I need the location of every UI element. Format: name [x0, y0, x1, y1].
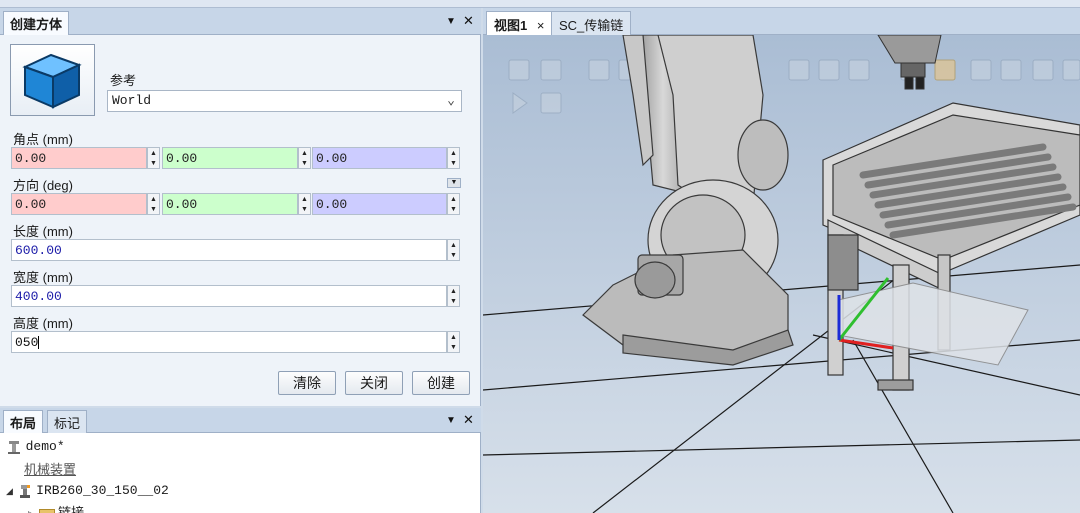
- tree-item-mechanisms[interactable]: 机械装置: [24, 459, 76, 478]
- width-stepper[interactable]: ▲ ▼: [447, 285, 460, 307]
- create-button[interactable]: 创建: [412, 371, 470, 395]
- tree-item-label: demo*: [25, 439, 65, 454]
- robot-icon: [19, 484, 30, 498]
- tree-item-robot[interactable]: ◢ IRB260_30_150__02: [6, 482, 169, 499]
- reference-select[interactable]: World ⌄: [107, 90, 462, 112]
- snap-center-icon: [818, 59, 840, 81]
- orientation-x-stepper[interactable]: ▲ ▼: [147, 193, 160, 215]
- orientation-z-stepper[interactable]: ▲ ▼: [447, 193, 460, 215]
- tree-item-label: IRB260_30_150__02: [36, 483, 169, 498]
- orientation-expand-icon[interactable]: ▼: [447, 178, 461, 188]
- corner-y-field[interactable]: 0.00: [162, 147, 298, 169]
- tab-view1[interactable]: 视图1 ×: [486, 11, 553, 35]
- tab-layout[interactable]: 布局: [3, 410, 44, 433]
- tab-tags[interactable]: 标记: [47, 410, 88, 433]
- view-all-icon: [508, 59, 530, 81]
- snap-gravity-icon: [934, 59, 956, 81]
- select-curve-icon: [588, 59, 610, 81]
- folder-icon: [38, 508, 55, 513]
- height-stepper[interactable]: ▲ ▼: [447, 331, 460, 353]
- corner-z-stepper[interactable]: ▲ ▼: [447, 147, 460, 169]
- collapse-arrow-icon[interactable]: ◢: [6, 486, 13, 496]
- close-panel-icon[interactable]: ✕: [463, 13, 474, 29]
- pin-dropdown-icon[interactable]: ▼: [446, 415, 456, 426]
- orientation-x-field[interactable]: 0.00: [11, 193, 147, 215]
- pin-dropdown-icon[interactable]: ▼: [446, 16, 456, 27]
- length-field[interactable]: 600.00: [11, 239, 447, 261]
- snap-midpoint-icon: [848, 59, 870, 81]
- clear-button[interactable]: 清除: [278, 371, 336, 395]
- tree-item-links[interactable]: ▷ 链接: [28, 502, 84, 513]
- station-icon: [8, 440, 20, 454]
- height-field-value: 050: [15, 335, 39, 350]
- tab-conveyor[interactable]: SC_传输链: [551, 11, 632, 35]
- corner-x-stepper[interactable]: ▲ ▼: [147, 147, 160, 169]
- create-box-panel-title: 创建方体: [3, 11, 70, 35]
- reference-select-value: World: [112, 93, 152, 108]
- length-label: 长度 (mm): [13, 224, 73, 239]
- corner-z-field[interactable]: 0.00: [312, 147, 447, 169]
- orientation-label: 方向 (deg): [13, 178, 73, 193]
- view-center-icon: [540, 59, 562, 81]
- width-label: 宽度 (mm): [13, 270, 73, 285]
- corner-x-field[interactable]: 0.00: [11, 147, 147, 169]
- measure-angle-icon: [1032, 59, 1054, 81]
- height-field[interactable]: 050: [11, 331, 447, 353]
- height-label: 高度 (mm): [13, 316, 73, 331]
- length-stepper[interactable]: ▲ ▼: [447, 239, 460, 261]
- tree-item-station[interactable]: demo*: [6, 438, 65, 455]
- orientation-y-field[interactable]: 0.00: [162, 193, 298, 215]
- box-shape-icon: [10, 44, 95, 116]
- viewport-background: [483, 35, 1080, 513]
- 3d-viewport[interactable]: [483, 35, 1080, 513]
- reference-label: 参考: [110, 73, 137, 88]
- close-tab-icon[interactable]: ×: [537, 18, 545, 33]
- layout-panel-header: 布局 标记 ▼ ✕: [0, 408, 481, 433]
- stop-icon: [540, 92, 562, 114]
- text-cursor: [38, 336, 40, 350]
- tab-view1-label: 视图1: [494, 18, 528, 33]
- close-panel-icon[interactable]: ✕: [463, 412, 474, 428]
- width-field[interactable]: 400.00: [11, 285, 447, 307]
- chevron-down-icon: ⌄: [447, 93, 455, 108]
- corner-label: 角点 (mm): [13, 132, 73, 147]
- orientation-y-stepper[interactable]: ▲ ▼: [298, 193, 311, 215]
- viewport-tabbar: 视图1 × SC_传输链: [483, 8, 1080, 35]
- corner-y-stepper[interactable]: ▲ ▼: [298, 147, 311, 169]
- ribbon-strip: [0, 0, 1080, 8]
- snap-object-icon: [788, 59, 810, 81]
- expand-arrow-icon[interactable]: ▷: [28, 509, 35, 513]
- orientation-z-field[interactable]: 0.00: [312, 193, 447, 215]
- tree-item-label: 链接: [58, 505, 85, 513]
- measure-point-icon: [970, 59, 992, 81]
- create-box-panel: 创建方体 ▼ ✕ 参考 World ⌄ 角点 (mm) 0.00 ▲ ▼ 0.00…: [0, 8, 481, 406]
- close-button[interactable]: 关闭: [345, 371, 403, 395]
- create-box-panel-header: 创建方体 ▼ ✕: [0, 8, 481, 35]
- measure-diameter-icon: [1062, 59, 1080, 81]
- measure-distance-icon: [1000, 59, 1022, 81]
- layout-panel: 布局 标记 ▼ ✕ demo* 机械装置 ◢ IRB260_30_150__02…: [0, 408, 481, 513]
